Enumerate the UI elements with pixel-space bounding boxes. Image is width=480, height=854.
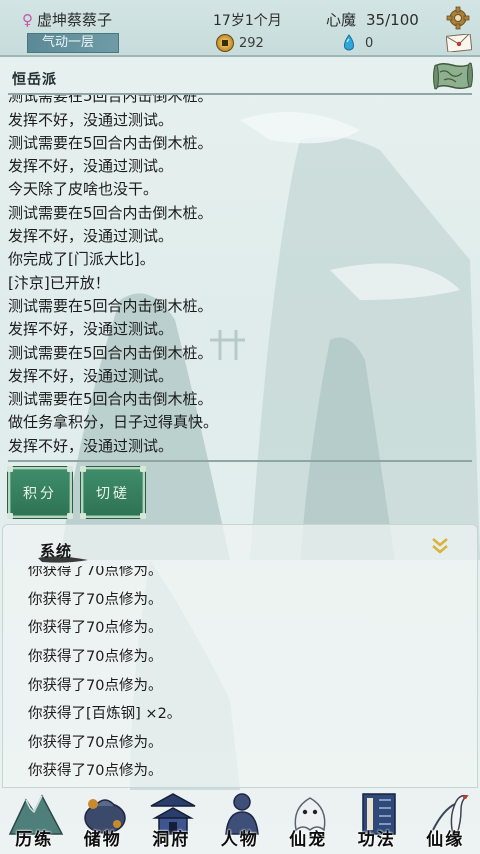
log-line: 今天除了皮啥也没干。	[8, 180, 159, 199]
coin-counter: 292	[216, 34, 264, 52]
nav-label: 仙缘	[426, 830, 465, 850]
system-log-line: 你获得了70点修为。	[28, 763, 163, 780]
coin-icon	[216, 34, 234, 52]
log-line: 发挥不好，没通过测试。	[8, 227, 174, 246]
system-log-line: 你获得了70点修为。	[28, 649, 163, 666]
chevron-down-icon[interactable]	[428, 534, 452, 558]
player-name: 虚坤蔡蔡子	[37, 11, 113, 29]
log-divider	[8, 93, 472, 95]
nav-item-training[interactable]: 历练	[0, 788, 69, 854]
log-line: 发挥不好，没通过测试。	[8, 157, 174, 176]
log-line: 发挥不好，没通过测试。	[8, 110, 174, 129]
sect-bar: 恒岳派	[0, 59, 480, 95]
log-line: 发挥不好，没通过测试。	[8, 436, 174, 455]
nav-label: 人物	[220, 830, 259, 850]
system-log-lines: 你获得了70点修为。 你获得了70点修为。 你获得了70点修为。 你获得了70点…	[28, 566, 448, 786]
player-age: 17岁1个月	[213, 13, 282, 29]
inner-demon-label: 心魔	[326, 11, 357, 29]
nav-item-storage[interactable]: 储物	[69, 788, 138, 854]
nav-item-cave-dwelling[interactable]: 洞府	[137, 788, 206, 854]
points-button[interactable]: 积分	[7, 466, 73, 519]
log-line: 测试需要在5回合内击倒木桩。	[8, 133, 213, 152]
log-line: 发挥不好，没通过测试。	[8, 320, 174, 339]
log-line: 测试需要在5回合内击倒木桩。	[8, 94, 213, 106]
gear-icon[interactable]	[446, 6, 470, 30]
system-log-line: 你获得了70点修为。	[28, 566, 163, 580]
log-line: 测试需要在5回合内击倒木桩。	[8, 390, 213, 409]
coin-value: 292	[239, 35, 264, 51]
scroll-map-icon[interactable]	[432, 60, 474, 92]
log-line: [汴京]已开放！	[8, 273, 110, 292]
nav-label: 储物	[83, 830, 122, 850]
system-log-line: 你获得了70点修为。	[28, 677, 163, 694]
inner-demon-stat: 心魔 35/100	[326, 9, 419, 30]
log-line: 发挥不好，没通过测试。	[8, 366, 174, 385]
nav-item-spirit-pet[interactable]: 仙宠	[274, 788, 343, 854]
log-line: 做任务拿积分，日子过得真快。	[8, 413, 219, 432]
system-log-line: 你获得了70点修为。	[28, 734, 163, 751]
nav-item-character[interactable]: 人物	[206, 788, 275, 854]
event-log-lines: 测试需要在5回合内击倒木桩。 发挥不好，没通过测试。 测试需要在5回合内击倒木桩…	[8, 94, 472, 458]
log-line: 测试需要在5回合内击倒木桩。	[8, 203, 213, 222]
log-line: 测试需要在5回合内击倒木桩。	[8, 343, 213, 362]
spirit-gem-value: 0	[365, 35, 374, 51]
nav-label: 历练	[15, 830, 54, 850]
spar-button[interactable]: 切磋	[80, 466, 146, 519]
points-button-label: 积分	[23, 485, 57, 502]
nav-label: 洞府	[152, 830, 191, 850]
status-header: ♀ 虚坤蔡蔡子 17岁1个月 心魔 35/100 气动一层 292 0	[0, 0, 480, 57]
bottom-nav: 历练 储物 洞府 人物 仙宠 功法 仙缘	[0, 788, 480, 854]
cultivation-realm-badge: 气动一层	[27, 33, 119, 53]
spirit-gem-counter: 0	[342, 34, 373, 52]
nav-item-fate[interactable]: 仙缘	[411, 788, 480, 854]
system-log-line: 你获得了[百炼钢] ×2。	[28, 706, 182, 723]
log-line: 你完成了[门派大比]。	[8, 250, 155, 269]
log-line: 测试需要在5回合内击倒木桩。	[8, 296, 213, 315]
nav-label: 仙宠	[289, 830, 328, 850]
player-name-area[interactable]: ♀ 虚坤蔡蔡子	[22, 9, 112, 30]
spirit-gem-icon	[344, 34, 354, 51]
system-log[interactable]: 你获得了70点修为。 你获得了70点修为。 你获得了70点修为。 你获得了70点…	[28, 566, 448, 786]
system-log-line: 你获得了70点修为。	[28, 620, 163, 637]
system-log-line: 你获得了70点修为。	[28, 591, 163, 608]
system-panel-title: 系统	[40, 542, 73, 560]
nav-item-techniques[interactable]: 功法	[343, 788, 412, 854]
sect-name: 恒岳派	[12, 72, 57, 88]
nav-label: 功法	[357, 830, 396, 850]
female-gender-icon: ♀	[22, 10, 33, 29]
mail-icon[interactable]	[446, 34, 472, 52]
event-log[interactable]: 测试需要在5回合内击倒木桩。 发挥不好，没通过测试。 测试需要在5回合内击倒木桩…	[8, 94, 472, 462]
spar-button-label: 切磋	[96, 485, 130, 502]
inner-demon-value: 35/100	[366, 11, 419, 29]
